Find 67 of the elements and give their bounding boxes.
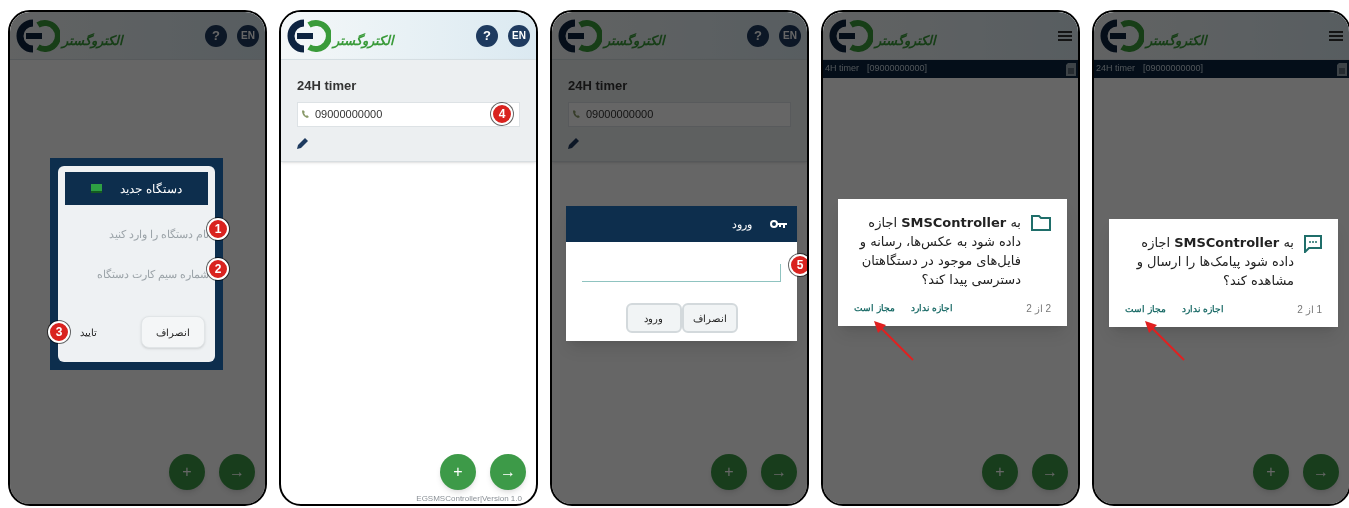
logo-icon: [829, 18, 873, 53]
add-button[interactable]: +: [1253, 454, 1289, 490]
pencil-icon: [568, 136, 580, 149]
next-button[interactable]: →: [219, 454, 255, 490]
device-name: 24H timer: [297, 77, 358, 95]
allow-button[interactable]: مجاز است: [854, 301, 895, 316]
sim-card-icon: [1066, 62, 1076, 76]
logo-text: الکتروگستر: [333, 32, 394, 51]
page-counter: 1 از 2: [1297, 303, 1322, 317]
add-button[interactable]: +: [711, 454, 747, 490]
language-button[interactable]: EN: [779, 24, 801, 47]
page-counter: 2 از 2: [1026, 302, 1051, 316]
dialog-title: ورود: [732, 216, 752, 233]
dialog-button[interactable]: انصراف: [141, 316, 205, 348]
next-button[interactable]: →: [761, 454, 797, 490]
phone-icon: [302, 110, 309, 118]
allow-button[interactable]: مجاز است: [1125, 302, 1166, 317]
device-name: 24H timer: [568, 77, 629, 95]
add-button[interactable]: +: [982, 454, 1018, 490]
message-icon: [1304, 235, 1322, 253]
help-button[interactable]: ?: [476, 24, 498, 47]
step-number-badge: 3: [48, 321, 70, 343]
device-icon: [91, 184, 103, 193]
next-button[interactable]: →: [1303, 454, 1339, 490]
logo-text: الکتروگستر: [875, 32, 936, 51]
logo-icon: [287, 18, 331, 53]
logo-icon: [558, 18, 602, 53]
step-number-badge: 5: [789, 254, 807, 276]
logo-text: الکتروگستر: [1146, 32, 1207, 51]
sim-card-icon: [1337, 62, 1347, 76]
logo-text: الکتروگستر: [604, 32, 665, 51]
menu-icon: [1329, 30, 1343, 41]
dialog-button[interactable]: ورود: [625, 303, 682, 333]
menu-icon: [1058, 30, 1072, 41]
phone-number-field[interactable]: 09000000000 4: [297, 101, 520, 127]
password-field[interactable]: [582, 263, 781, 282]
phone-number-field[interactable]: 09000000000: [568, 101, 791, 127]
help-button[interactable]: ?: [205, 24, 227, 47]
logo-text: الکتروگستر: [62, 32, 123, 51]
device-number: [09000000000]: [1143, 62, 1204, 76]
phone-icon: [573, 110, 580, 118]
logo-icon: [16, 18, 60, 53]
pencil-icon: [297, 136, 309, 149]
device-name: 24H timer: [1096, 62, 1135, 76]
language-button[interactable]: EN: [508, 24, 530, 47]
language-button[interactable]: EN: [237, 24, 259, 47]
help-button[interactable]: ?: [747, 24, 769, 47]
text-field[interactable]: نام دستگاه را وارد کنید: [64, 226, 209, 243]
dialog-title: دستگاه جدید: [120, 180, 182, 198]
dialog-button[interactable]: تایید: [68, 316, 109, 348]
deny-button[interactable]: اجازه ندارد: [910, 301, 954, 316]
step-number-badge: 4: [491, 102, 513, 125]
step-number-badge: 2: [207, 258, 229, 280]
folder-icon: [1031, 215, 1051, 231]
logo-icon: [1100, 18, 1144, 53]
text-field[interactable]: شماره سیم کارت دستگاه: [64, 266, 209, 283]
add-button[interactable]: +: [169, 454, 205, 490]
deny-button[interactable]: اجازه ندارد: [1181, 302, 1225, 317]
step-number-badge: 1: [207, 218, 229, 240]
device-number: [09000000000]: [867, 62, 928, 76]
add-button[interactable]: +: [440, 454, 476, 490]
key-icon: [770, 220, 787, 228]
next-button[interactable]: →: [490, 454, 526, 490]
dialog-button[interactable]: انصراف: [681, 303, 738, 333]
version-text: EGSMSController|Version 1.0: [416, 494, 522, 504]
next-button[interactable]: →: [1032, 454, 1068, 490]
device-name: 4H timer: [825, 62, 859, 76]
